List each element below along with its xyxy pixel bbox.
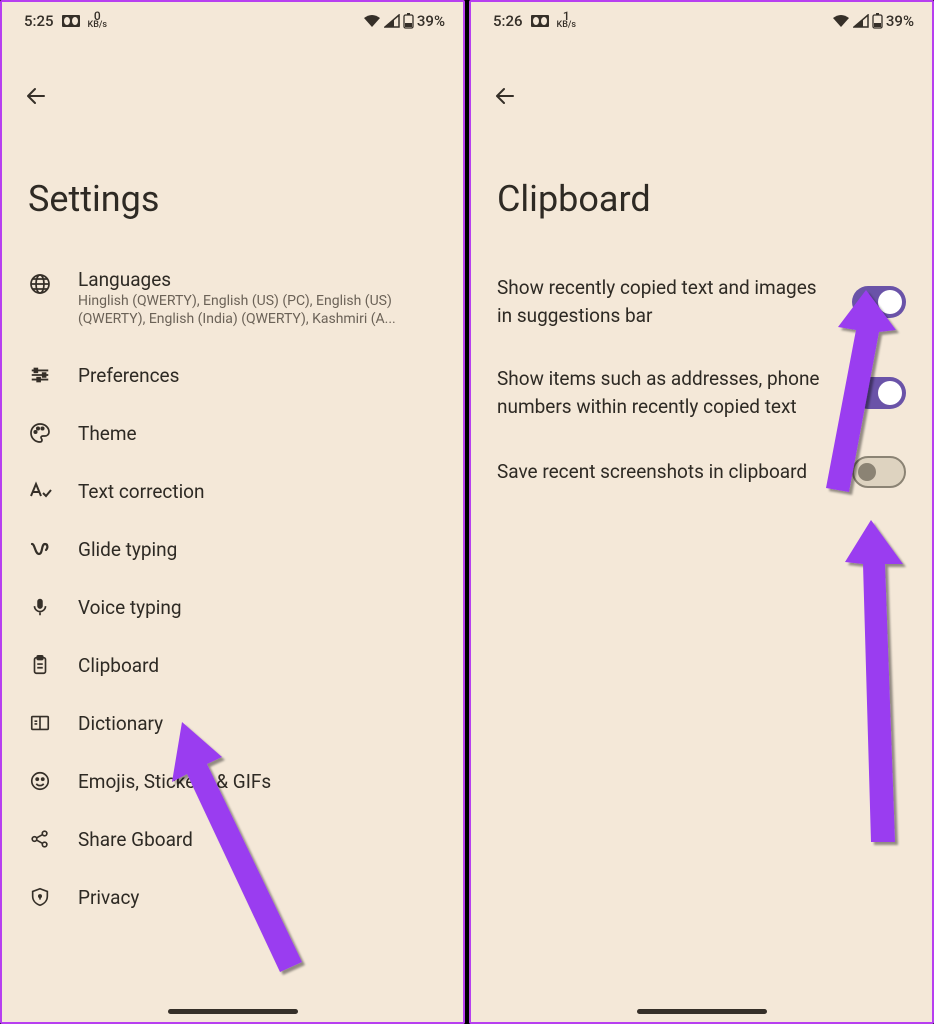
signal-icon <box>384 14 400 28</box>
glide-icon <box>28 537 52 561</box>
share-icon <box>28 827 52 851</box>
annotation-arrow <box>801 502 921 852</box>
back-button[interactable] <box>24 84 463 108</box>
wifi-icon <box>363 14 381 28</box>
nav-indicator[interactable] <box>637 1009 767 1014</box>
toggle-switch[interactable] <box>852 286 906 318</box>
toggle-label: Save recent screenshots in clipboard <box>497 458 834 486</box>
setting-theme[interactable]: Theme <box>24 404 441 462</box>
setting-label: Glide typing <box>78 538 437 561</box>
setting-glide-typing[interactable]: Glide typing <box>24 520 441 578</box>
status-bar: 5:26 1 KB/s 39% <box>471 2 932 34</box>
toggle-save-screenshots[interactable]: Save recent screenshots in clipboard <box>493 438 910 506</box>
clipboard-screen: 5:26 1 KB/s 39% Clipboard Show recently … <box>469 0 934 1024</box>
emoji-icon <box>28 769 52 793</box>
setting-label: Languages <box>78 268 437 291</box>
clipboard-settings-list: Show recently copied text and images in … <box>471 256 932 506</box>
battery-pct: 39% <box>417 12 445 30</box>
wifi-icon <box>832 14 850 28</box>
globe-icon <box>28 272 52 296</box>
toggle-show-recently-copied[interactable]: Show recently copied text and images in … <box>493 256 910 347</box>
toggle-label: Show items such as addresses, phone numb… <box>497 365 834 420</box>
setting-voice-typing[interactable]: Voice typing <box>24 578 441 636</box>
status-time: 5:25 <box>24 12 54 30</box>
setting-preferences[interactable]: Preferences <box>24 346 441 404</box>
toggle-show-addresses[interactable]: Show items such as addresses, phone numb… <box>493 347 910 438</box>
setting-label: Dictionary <box>78 712 437 735</box>
toggle-switch[interactable] <box>852 377 906 409</box>
setting-subtext: Hinglish (QWERTY), English (US) (PC), En… <box>78 293 437 328</box>
setting-clipboard[interactable]: Clipboard <box>24 636 441 694</box>
settings-list: Languages Hinglish (QWERTY), English (US… <box>2 256 463 926</box>
back-button[interactable] <box>493 84 932 108</box>
setting-label: Share Gboard <box>78 828 437 851</box>
page-title: Settings <box>2 108 463 256</box>
nav-indicator[interactable] <box>168 1009 298 1014</box>
setting-label: Theme <box>78 422 437 445</box>
status-kbs: 0 KB/s <box>88 12 108 30</box>
setting-label: Voice typing <box>78 596 437 619</box>
settings-screen: 5:25 0 KB/s 39% Settings La <box>0 0 465 1024</box>
battery-icon <box>403 13 414 29</box>
battery-pct: 39% <box>886 12 914 30</box>
setting-label: Preferences <box>78 364 437 387</box>
status-dolby-icon <box>531 15 549 27</box>
palette-icon <box>28 421 52 445</box>
toggle-label: Show recently copied text and images in … <box>497 274 834 329</box>
setting-text-correction[interactable]: Text correction <box>24 462 441 520</box>
setting-label: Emojis, Stickers & GIFs <box>78 770 437 793</box>
setting-privacy[interactable]: Privacy <box>24 868 441 926</box>
status-bar: 5:25 0 KB/s 39% <box>2 2 463 34</box>
status-dolby-icon <box>62 15 80 27</box>
setting-languages[interactable]: Languages Hinglish (QWERTY), English (US… <box>24 256 441 346</box>
status-kbs: 1 KB/s <box>557 12 577 30</box>
setting-share-gboard[interactable]: Share Gboard <box>24 810 441 868</box>
clipboard-icon <box>28 653 52 677</box>
battery-icon <box>872 13 883 29</box>
page-title: Clipboard <box>471 108 932 256</box>
setting-label: Clipboard <box>78 654 437 677</box>
mic-icon <box>28 595 52 619</box>
sliders-icon <box>28 363 52 387</box>
status-time: 5:26 <box>493 12 523 30</box>
setting-label: Text correction <box>78 480 437 503</box>
setting-emojis[interactable]: Emojis, Stickers & GIFs <box>24 752 441 810</box>
signal-icon <box>853 14 869 28</box>
setting-label: Privacy <box>78 886 437 909</box>
dictionary-icon <box>28 711 52 735</box>
toggle-switch[interactable] <box>852 456 906 488</box>
text-correction-icon <box>28 479 52 503</box>
setting-dictionary[interactable]: Dictionary <box>24 694 441 752</box>
shield-icon <box>28 885 52 909</box>
